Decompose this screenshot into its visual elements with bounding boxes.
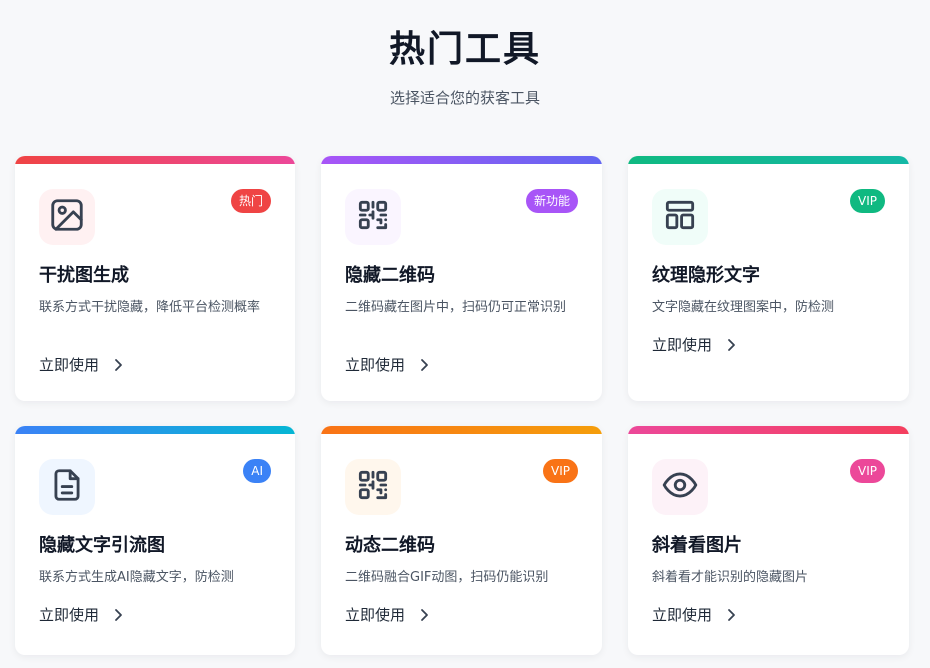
tool-icon-container [39,459,95,515]
chevron-right-icon [419,358,429,372]
tool-icon-container [39,189,95,245]
tool-card-texture-text[interactable]: VIP 纹理隐形文字 文字隐藏在纹理图案中，防检测 立即使用 [628,156,909,401]
tool-description: 联系方式干扰隐藏，降低平台检测概率 [39,300,261,315]
tool-title: 斜着看图片 [652,535,742,556]
use-now-label: 立即使用 [39,606,100,624]
chevron-right-icon [726,338,736,352]
use-now-label: 立即使用 [39,356,100,374]
tool-icon-container [345,189,401,245]
card-accent-bar [321,156,602,164]
card-accent-bar [628,426,909,434]
tool-title: 动态二维码 [345,535,435,556]
use-now-label: 立即使用 [652,606,713,624]
use-now-label: 立即使用 [652,336,713,354]
tool-title: 隐藏文字引流图 [39,535,165,556]
use-now-link[interactable]: 立即使用 [39,355,123,375]
image-icon [48,196,86,238]
use-now-label: 立即使用 [345,356,406,374]
tool-title: 干扰图生成 [39,265,129,286]
tool-description: 文字隐藏在纹理图案中，防检测 [652,300,835,315]
tool-icon-container [652,189,708,245]
use-now-link[interactable]: 立即使用 [652,605,736,625]
card-accent-bar [15,426,295,434]
chevron-right-icon [113,358,123,372]
tool-description: 斜着看才能识别的隐藏图片 [652,570,809,585]
use-now-link[interactable]: 立即使用 [39,605,123,625]
tool-title: 隐藏二维码 [345,265,435,286]
status-badge: VIP [850,459,885,483]
status-badge: AI [243,459,271,483]
page-subtitle: 选择适合您的获客工具 [389,89,540,107]
qr-code-icon [354,466,392,508]
use-now-link[interactable]: 立即使用 [345,605,429,625]
tool-card-oblique-image[interactable]: VIP 斜着看图片 斜着看才能识别的隐藏图片 立即使用 [628,426,909,655]
card-accent-bar [628,156,909,164]
tool-description: 联系方式生成AI隐藏文字，防检测 [39,570,234,585]
card-accent-bar [15,156,295,164]
tool-description: 二维码藏在图片中，扫码仍可正常识别 [345,300,567,315]
status-badge: 新功能 [525,189,578,213]
use-now-link[interactable]: 立即使用 [345,355,429,375]
use-now-link[interactable]: 立即使用 [652,335,736,355]
card-accent-bar [321,426,602,434]
status-badge: VIP [543,459,578,483]
chevron-right-icon [419,608,429,622]
page-title: 热门工具 [388,29,541,70]
tool-card-interference-image[interactable]: 热门 干扰图生成 联系方式干扰隐藏，降低平台检测概率 立即使用 [15,156,295,401]
tool-card-dynamic-qr[interactable]: VIP 动态二维码 二维码融合GIF动图，扫码仍能识别 立即使用 [321,426,602,655]
eye-icon [661,466,699,508]
status-badge: 热门 [230,189,271,213]
chevron-right-icon [113,608,123,622]
tools-grid: 热门 干扰图生成 联系方式干扰隐藏，降低平台检测概率 立即使用 新功能 隐藏二维… [15,156,909,655]
layout-icon [661,196,699,238]
document-icon [48,466,86,508]
tool-icon-container [652,459,708,515]
tool-card-hidden-text-image[interactable]: AI 隐藏文字引流图 联系方式生成AI隐藏文字，防检测 立即使用 [15,426,295,655]
section-header: 热门工具 选择适合您的获客工具 [0,0,930,108]
tool-icon-container [345,459,401,515]
chevron-right-icon [726,608,736,622]
tool-title: 纹理隐形文字 [652,265,760,286]
tool-description: 二维码融合GIF动图，扫码仍能识别 [345,570,549,585]
tool-card-hidden-qr[interactable]: 新功能 隐藏二维码 二维码藏在图片中，扫码仍可正常识别 立即使用 [321,156,602,401]
use-now-label: 立即使用 [345,606,406,624]
status-badge: VIP [850,189,885,213]
qr-code-icon [354,196,392,238]
